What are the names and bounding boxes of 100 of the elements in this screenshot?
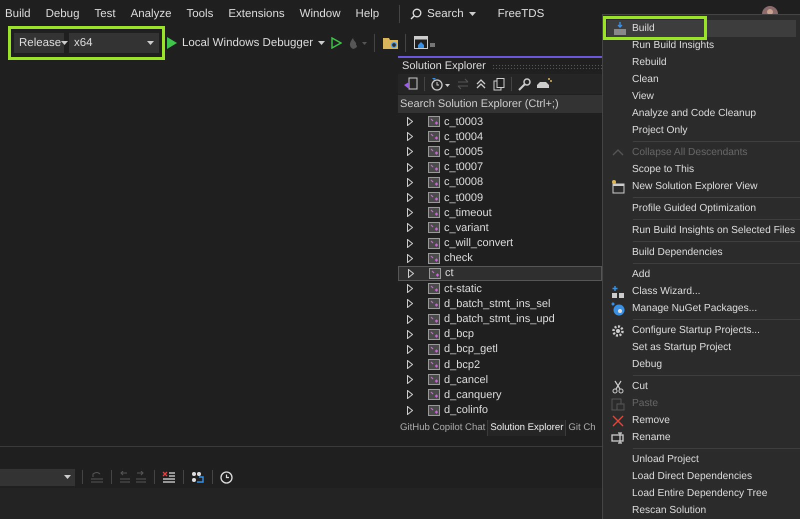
vs-switch-icon[interactable] xyxy=(404,77,418,91)
rename-icon xyxy=(610,430,624,444)
tree-item[interactable]: c_t0003 xyxy=(398,114,602,130)
tree-item[interactable]: c_t0008 xyxy=(398,174,602,190)
menu-item[interactable]: New Solution Explorer View xyxy=(603,178,800,195)
menu-item[interactable]: Window xyxy=(298,8,348,20)
project-icon xyxy=(428,176,440,188)
menu-item[interactable]: Profile Guided Optimization xyxy=(603,200,800,217)
start-debugging-button[interactable]: Local Windows Debugger xyxy=(167,37,326,49)
menu-item[interactable]: Build Dependencies xyxy=(603,244,800,261)
word-wrap-icon[interactable] xyxy=(191,470,205,484)
menu-item[interactable]: Scope to This xyxy=(603,161,800,178)
wrench-icon[interactable] xyxy=(518,78,531,90)
menu-item[interactable]: Unload Project xyxy=(603,451,800,468)
menu-item[interactable]: Rescan Solution xyxy=(603,502,800,519)
menu-item[interactable]: Add xyxy=(603,266,800,283)
menu-item[interactable]: Analyze and Code Cleanup xyxy=(603,105,800,122)
tree-item[interactable]: d_colinfo xyxy=(398,402,602,418)
sync-icon xyxy=(457,78,469,90)
project-icon xyxy=(428,328,440,340)
play-icon xyxy=(167,37,177,49)
tree-item[interactable]: d_batch_stmt_ins_upd xyxy=(398,311,602,327)
menu-item[interactable]: Run Build Insights on Selected Files xyxy=(603,222,800,239)
panel-title: Solution Explorer xyxy=(402,60,486,72)
caret-icon xyxy=(468,12,476,16)
panel-tab[interactable]: Git Ch xyxy=(566,420,598,436)
project-icon xyxy=(428,116,440,128)
menu-item[interactable]: Test xyxy=(93,8,123,20)
tree-item[interactable]: check xyxy=(398,250,602,266)
project-icon xyxy=(428,192,440,204)
history-icon[interactable] xyxy=(431,77,451,91)
copy-icon[interactable] xyxy=(493,78,505,90)
menu-item[interactable]: Load Entire Dependency Tree xyxy=(603,485,800,502)
clock-icon[interactable] xyxy=(220,470,233,484)
tree-item[interactable]: d_bcp2 xyxy=(398,357,602,372)
project-icon xyxy=(428,131,440,142)
scissors-icon xyxy=(610,380,624,394)
project-icon xyxy=(428,222,440,234)
menu-item[interactable]: View xyxy=(603,88,800,105)
solution-name: FreeTDS xyxy=(498,8,544,20)
menu-item[interactable]: Rename xyxy=(603,429,800,446)
menu-item[interactable]: Class Wizard... xyxy=(603,283,800,300)
menu-item[interactable]: Cut xyxy=(603,378,800,395)
platform-dropdown[interactable]: x64 xyxy=(69,33,159,53)
menu-item[interactable]: Clean xyxy=(603,71,800,88)
class-wizard-icon xyxy=(610,284,624,298)
project-icon xyxy=(428,359,440,370)
menu-item[interactable]: Debug xyxy=(603,356,800,373)
caret-icon xyxy=(318,41,326,45)
search-icon xyxy=(410,8,422,20)
menu-item[interactable]: Help xyxy=(354,8,386,20)
menu-item[interactable]: Analyze xyxy=(130,8,178,20)
menu-item[interactable]: Rebuild xyxy=(603,54,800,71)
menu-item[interactable]: Manage NuGet Packages... xyxy=(603,300,800,317)
menu-item[interactable]: Project Only xyxy=(603,122,800,139)
menu-item[interactable]: Tools xyxy=(185,8,220,20)
tree-item[interactable]: c_will_convert xyxy=(398,236,602,251)
clear-all-icon[interactable] xyxy=(162,470,176,484)
tree-item[interactable]: c_t0005 xyxy=(398,144,602,160)
menu-item[interactable]: Debug xyxy=(44,8,86,20)
tree-item[interactable]: c_timeout xyxy=(398,205,602,220)
menu-item[interactable]: Remove xyxy=(603,412,800,429)
menu-item[interactable]: Build xyxy=(4,8,38,20)
menu-item[interactable]: Build xyxy=(607,20,796,37)
tree-item[interactable]: c_t0009 xyxy=(398,190,602,206)
tree-item[interactable]: ct xyxy=(398,266,602,282)
tree-item[interactable]: d_bcp_getl xyxy=(398,342,602,357)
panel-tab[interactable]: Solution Explorer xyxy=(487,420,566,436)
tree-item[interactable]: ct-static xyxy=(398,281,602,296)
collapse-all-icon[interactable] xyxy=(475,78,487,90)
project-icon xyxy=(428,298,440,310)
tree-item[interactable]: c_t0004 xyxy=(398,129,602,144)
menu-item[interactable]: Run Build Insights xyxy=(603,37,800,54)
project-icon xyxy=(428,344,440,355)
menu-item[interactable]: Extensions xyxy=(227,8,292,20)
project-icon xyxy=(428,389,440,400)
search-button[interactable]: Search xyxy=(406,8,480,20)
tree-item[interactable]: d_batch_stmt_ins_sel xyxy=(398,296,602,312)
package-icon xyxy=(610,302,624,316)
panel-tab[interactable]: GitHub Copilot Chat xyxy=(398,420,488,436)
caret-icon xyxy=(64,475,71,479)
close-icon xyxy=(610,414,624,428)
search-field[interactable]: Search Solution Explorer (Ctrl+;) xyxy=(398,95,602,113)
tree-item[interactable]: c_t0007 xyxy=(398,160,602,175)
menu-item[interactable]: Load Direct Dependencies xyxy=(603,468,800,485)
caret-icon xyxy=(147,41,154,45)
tree-item[interactable]: d_bcp xyxy=(398,326,602,342)
tree-item[interactable]: c_variant xyxy=(398,220,602,236)
folder-search-icon[interactable] xyxy=(383,36,400,50)
project-icon xyxy=(428,404,440,416)
menu-item[interactable]: Set as Startup Project xyxy=(603,339,800,356)
settings-icon xyxy=(610,324,624,338)
build-icon xyxy=(612,22,626,36)
window-icon[interactable] xyxy=(414,36,436,50)
tree-item[interactable]: d_canquery xyxy=(398,387,602,403)
next-icon xyxy=(135,471,147,483)
play-outline-icon[interactable] xyxy=(331,37,342,49)
tree-item[interactable]: d_cancel xyxy=(398,372,602,388)
menu-item[interactable]: Configure Startup Projects... xyxy=(603,322,800,339)
project-icon xyxy=(428,238,440,249)
